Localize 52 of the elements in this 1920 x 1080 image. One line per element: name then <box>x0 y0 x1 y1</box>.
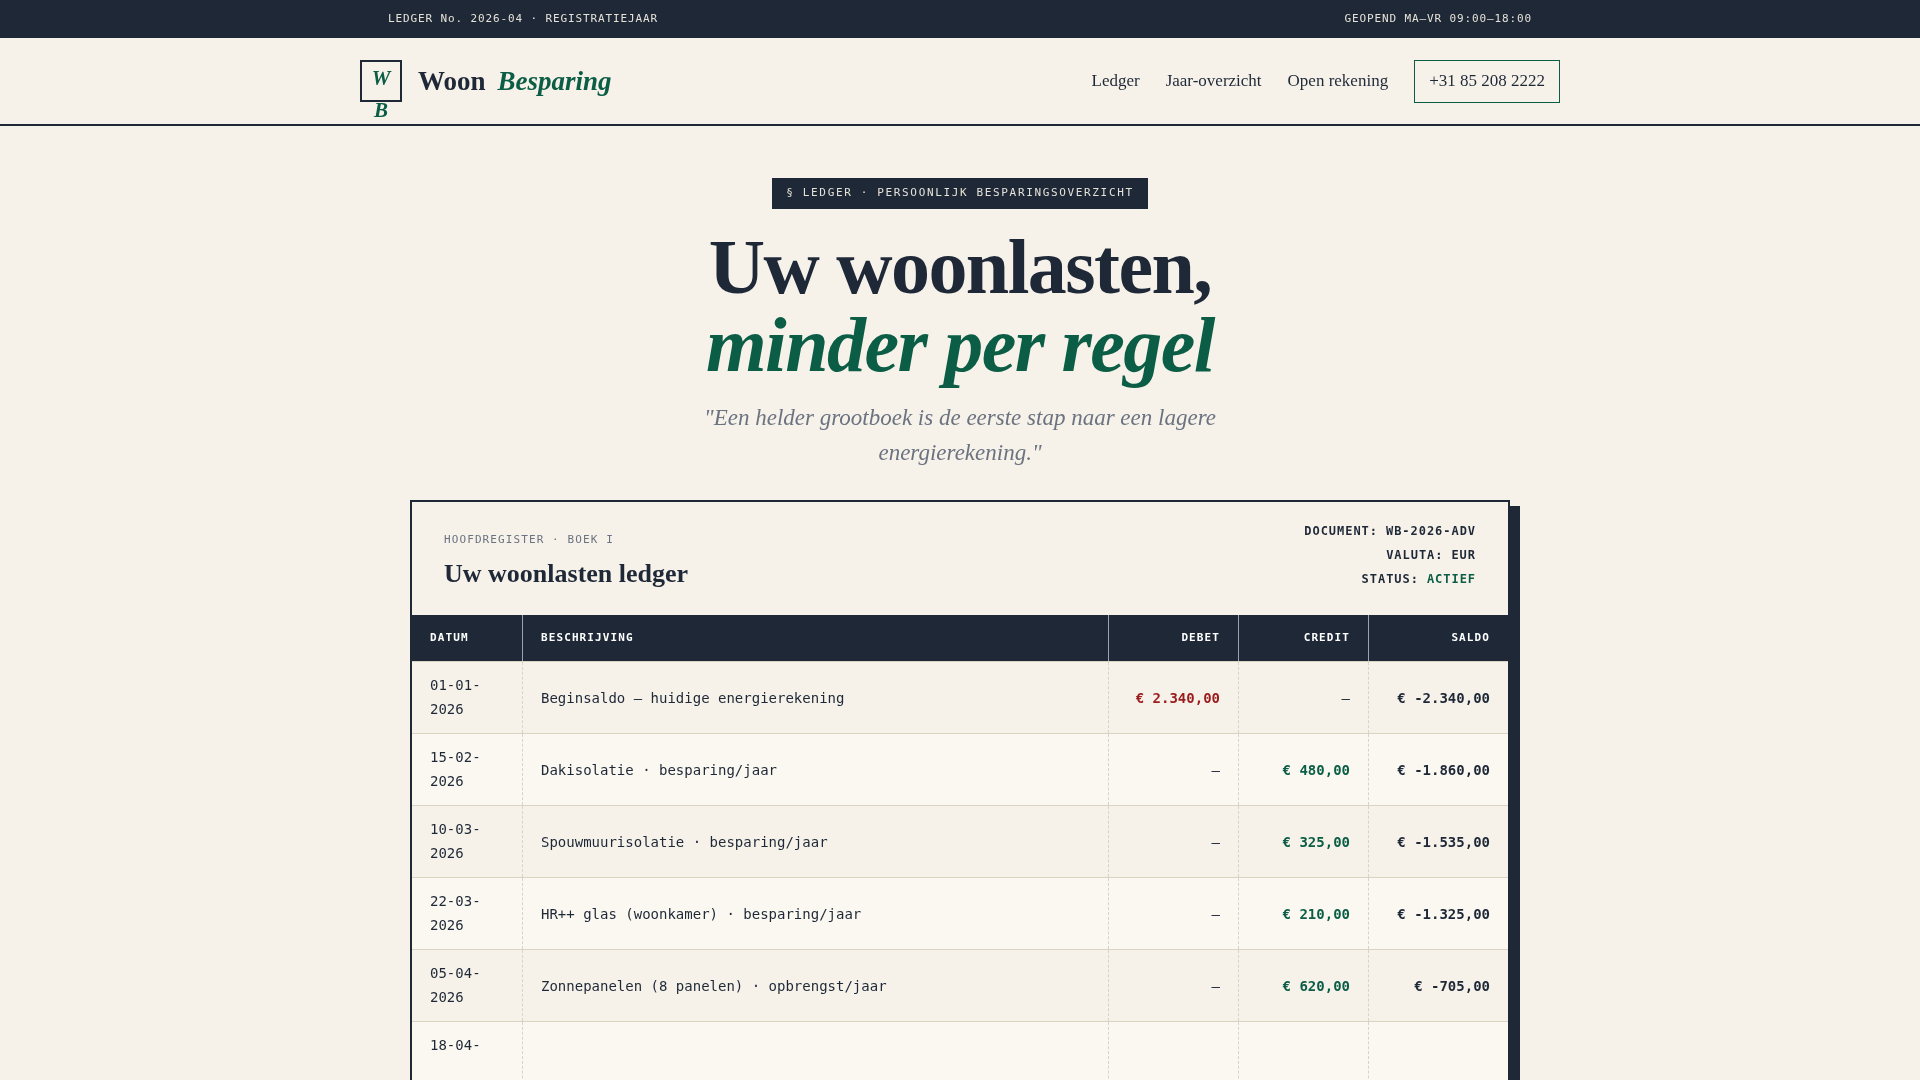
meta-label: DOCUMENT: <box>1304 522 1378 540</box>
date-cell-text: 05-04-2026 <box>430 964 482 1007</box>
date-cell-text: 10-03-2026 <box>430 820 482 863</box>
meta-value: ACTIEF <box>1426 570 1476 588</box>
balance-cell-text: € -1.325,00 <box>1397 904 1490 924</box>
nav-link[interactable]: Ledger <box>1091 68 1140 94</box>
logo-accent[interactable]: Besparing <box>497 60 612 102</box>
column-header: SALDO <box>1451 629 1490 646</box>
debit-cell-text: € 2.340,00 <box>1135 688 1220 708</box>
ledger-eyebrow: HOOFDREGISTER · BOEK I <box>444 531 615 548</box>
date-cell-text: 18-04- <box>430 1036 481 1055</box>
meta-label: VALUTA: <box>1386 546 1444 564</box>
meta-value: WB-2026-ADV <box>1385 522 1476 540</box>
section-badge: § LEDGER · PERSOONLIJK BESPARINGSOVERZICHT <box>772 178 1148 209</box>
credit-cell-text: € 620,00 <box>1282 976 1350 996</box>
balance-cell-text: € -1.860,00 <box>1397 760 1490 780</box>
credit-cell-text: — <box>1341 688 1350 708</box>
nav-link[interactable]: Jaar-overzicht <box>1165 68 1262 94</box>
column-header: DEBET <box>1181 629 1220 646</box>
meta-value: EUR <box>1451 546 1476 564</box>
nav-link[interactable]: Open rekening <box>1287 68 1389 94</box>
credit-cell-text: € 210,00 <box>1282 904 1350 924</box>
column-header: CREDIT <box>1303 629 1350 646</box>
meta-label: STATUS: <box>1361 570 1419 588</box>
description-cell-text: Zonnepanelen (8 panelen) · opbrengst/jaar <box>541 976 887 996</box>
description-cell-text: Spouwmuurisolatie · besparing/jaar <box>541 832 828 852</box>
credit-cell-text: € 325,00 <box>1282 832 1350 852</box>
credit-cell-text: € 480,00 <box>1282 760 1350 780</box>
description-cell-text: HR++ glas (woonkamer) · besparing/jaar <box>541 904 862 924</box>
logo-frame <box>360 60 402 102</box>
ledger-number: LEDGER No. 2026-04 · REGISTRATIEJAAR <box>388 10 659 27</box>
column-header: DATUM <box>430 629 469 646</box>
opening-hours: GEOPEND MA–VR 09:00–18:00 <box>1344 10 1532 27</box>
debit-cell-text: — <box>1211 760 1220 780</box>
date-cell-text: 22-03-2026 <box>430 892 482 935</box>
column-header: BESCHRIJVING <box>541 629 634 646</box>
description-cell-text: Beginsaldo — huidige energierekening <box>541 688 845 708</box>
description-cell-text: Dakisolatie · besparing/jaar <box>541 760 777 780</box>
date-cell-text: 01-01-2026 <box>430 676 482 719</box>
balance-cell-text: € -1.535,00 <box>1397 832 1490 852</box>
logo-mark[interactable]: WB <box>360 62 402 126</box>
ledger-title: Uw woonlasten ledger <box>444 558 689 590</box>
debit-cell-text: — <box>1211 904 1220 924</box>
hero-quote: "Een helder grootboek is de eerste stap naar een lagere energierekening." <box>703 403 1217 467</box>
date-cell-text: 15-02-2026 <box>430 748 482 791</box>
hero-title: Uw woonlasten, <box>708 227 1212 306</box>
balance-cell-text: € -705,00 <box>1414 976 1490 996</box>
phone-button[interactable]: +31 85 208 2222 <box>1414 59 1560 103</box>
logo-word[interactable]: Woon <box>418 60 486 102</box>
debit-cell-text: — <box>1211 832 1220 852</box>
balance-cell-text: € -2.340,00 <box>1397 688 1490 708</box>
debit-cell-text: — <box>1211 976 1220 996</box>
